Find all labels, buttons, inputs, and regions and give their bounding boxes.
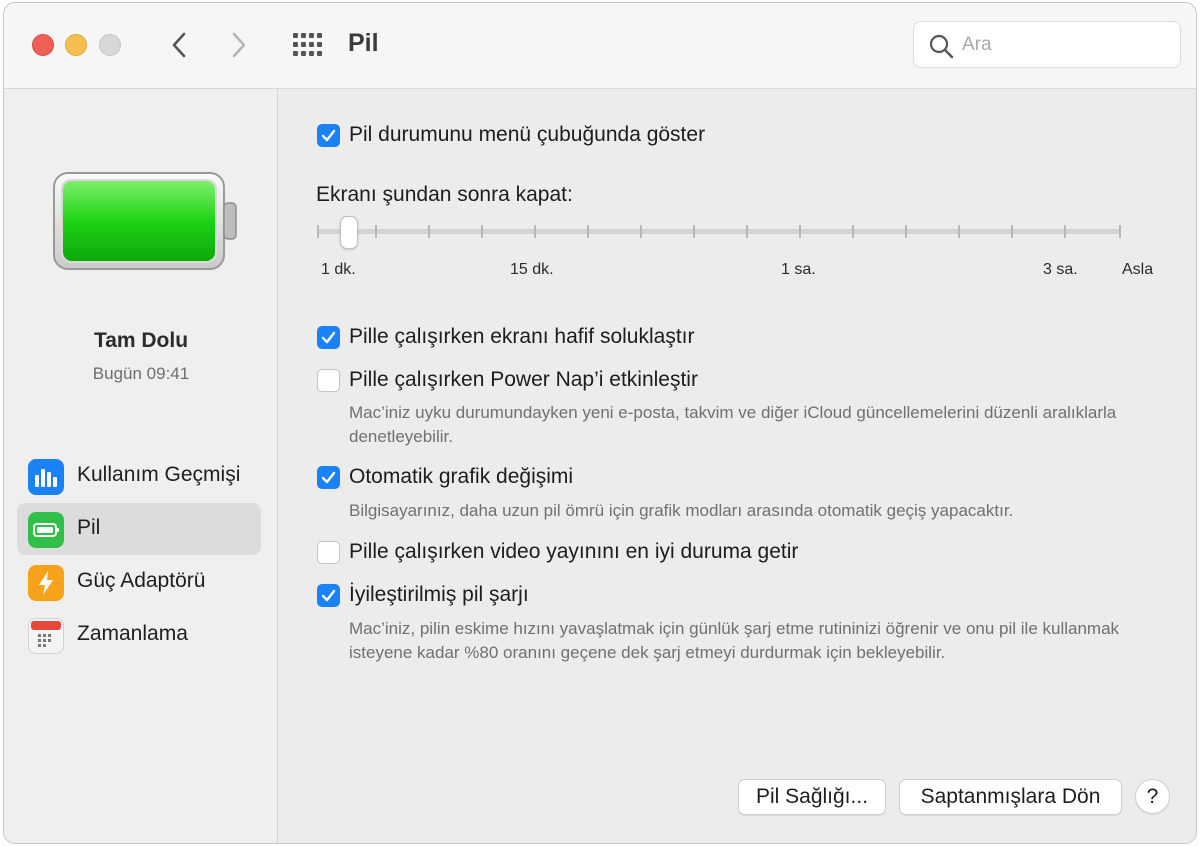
- show-status-label: Pil durumunu menü çubuğunda göster: [349, 123, 706, 146]
- sidebar-item-battery[interactable]: Pil: [17, 503, 261, 555]
- battery-settings-panel: Pil durumunu menü çubuğunda göster Ekran…: [279, 89, 1196, 843]
- display-off-label: Ekranı şundan sonra kapat:: [316, 183, 573, 206]
- battery-health-button[interactable]: Pil Sağlığı...: [738, 779, 886, 815]
- slider-tick: [481, 225, 483, 238]
- slider-tick: [428, 225, 430, 238]
- slider-tick: [1011, 225, 1013, 238]
- back-button[interactable]: [164, 29, 194, 61]
- optimized-charging-label: İyileştirilmiş pil şarjı: [349, 583, 529, 606]
- battery-status-title: Tam Dolu: [93, 329, 189, 352]
- checkmark-icon: [321, 331, 336, 344]
- graphics-switching-description: Bilgisayarınız, daha uzun pil ömrü için …: [349, 501, 1014, 520]
- slider-tick: [958, 225, 960, 238]
- sidebar-item-schedule[interactable]: Zamanlama: [17, 609, 261, 661]
- slider-tick: [799, 225, 801, 238]
- sidebar-item-label: Zamanlama: [77, 622, 188, 645]
- slider-tick: [534, 225, 536, 238]
- close-window-button[interactable]: [32, 34, 54, 56]
- checkmark-icon: [321, 471, 336, 484]
- slider-tick-label: 15 dk.: [510, 261, 554, 278]
- preferences-window: Pil Tam Dolu Bugün 09:41: [3, 2, 1197, 844]
- sidebar-item-power-adapter[interactable]: Güç Adaptörü: [17, 556, 261, 608]
- video-streaming-label: Pille çalışırken video yayınını en iyi d…: [349, 540, 799, 563]
- sidebar-item-label: Pil: [77, 516, 101, 539]
- slider-tick: [317, 225, 319, 238]
- battery-status-time: Bugün 09:41: [92, 364, 190, 383]
- slider-tick: [640, 225, 642, 238]
- slider-tick: [587, 225, 589, 238]
- sidebar: Tam Dolu Bugün 09:41 Kullanım Geçmişi Pi…: [4, 89, 278, 843]
- battery-status-icon: [53, 172, 237, 270]
- minimize-window-button[interactable]: [65, 34, 87, 56]
- dim-display-checkbox[interactable]: [317, 326, 340, 349]
- help-button[interactable]: ?: [1135, 779, 1170, 814]
- slider-thumb[interactable]: [340, 216, 358, 249]
- slider-tick: [905, 225, 907, 238]
- power-nap-description: Mac’iniz uyku durumundayken yeni e-posta…: [349, 403, 1117, 446]
- forward-button[interactable]: [224, 29, 254, 61]
- power-nap-checkbox[interactable]: [317, 369, 340, 392]
- slider-tick: [1119, 225, 1121, 238]
- calendar-icon: [28, 618, 64, 654]
- slider-tick: [1064, 225, 1066, 238]
- slider-tick-label: 1 sa.: [781, 261, 816, 278]
- battery-icon: [28, 512, 64, 548]
- optimized-charging-description: Mac’iniz, pilin eskime hızını yavaşlatma…: [349, 619, 1120, 662]
- show-status-checkbox[interactable]: [317, 124, 340, 147]
- slider-tick-label: 1 dk.: [321, 261, 356, 278]
- toolbar: Pil: [4, 3, 1196, 89]
- slider-tick-label: Asla: [1122, 261, 1154, 278]
- window-title: Pil: [348, 29, 379, 57]
- slider-tick: [693, 225, 695, 238]
- power-nap-label: Pille çalışırken Power Nap’i etkinleştir: [349, 368, 698, 391]
- show-all-button[interactable]: [291, 31, 325, 59]
- slider-tick: [852, 225, 854, 238]
- dim-display-label: Pille çalışırken ekranı hafif soluklaştı…: [349, 325, 695, 348]
- slider-tick: [375, 225, 377, 238]
- sidebar-item-label: Kullanım Geçmişi: [77, 463, 241, 486]
- sidebar-item-label: Güç Adaptörü: [77, 569, 206, 592]
- chevron-left-icon: [172, 32, 186, 58]
- grid-icon: [293, 33, 322, 56]
- optimized-charging-checkbox[interactable]: [317, 584, 340, 607]
- search-icon: [929, 34, 954, 59]
- restore-defaults-button[interactable]: Saptanmışlara Dön: [899, 779, 1122, 815]
- search-input[interactable]: [962, 32, 1162, 58]
- chevron-right-icon: [232, 32, 246, 58]
- sidebar-item-usage-history[interactable]: Kullanım Geçmişi: [17, 450, 261, 502]
- zoom-window-button[interactable]: [99, 34, 121, 56]
- slider-tick-label: 3 sa.: [1043, 261, 1078, 278]
- checkmark-icon: [321, 589, 336, 602]
- slider-tick: [746, 225, 748, 238]
- checkmark-icon: [321, 129, 336, 142]
- search-field[interactable]: [913, 21, 1181, 68]
- usage-history-icon: [28, 459, 64, 495]
- display-off-slider[interactable]: [317, 229, 1121, 234]
- graphics-switching-label: Otomatik grafik değişimi: [349, 465, 574, 488]
- video-streaming-checkbox[interactable]: [317, 541, 340, 564]
- graphics-switching-checkbox[interactable]: [317, 466, 340, 489]
- power-adapter-icon: [28, 565, 64, 601]
